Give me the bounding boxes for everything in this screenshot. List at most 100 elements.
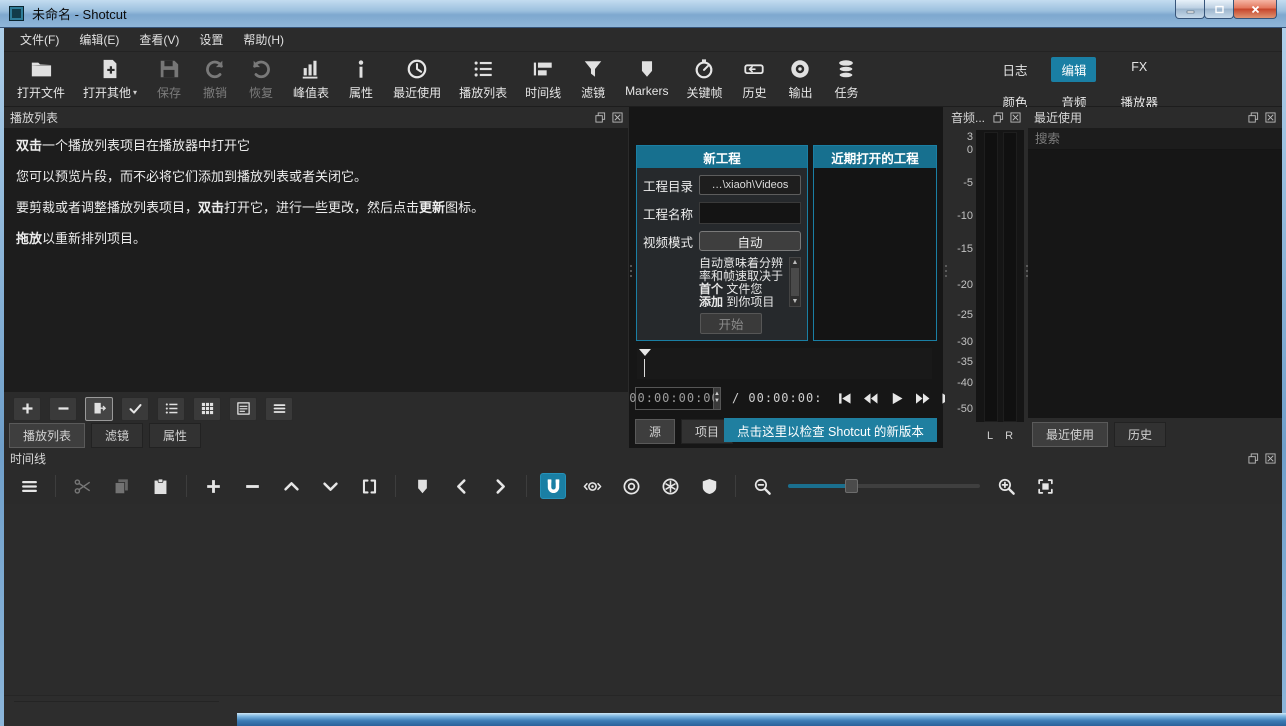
recent-tab-历史[interactable]: 历史: [1114, 422, 1166, 447]
audio-meter-panel: 音频... 30-5-10-15-20-25-30-35-40-50 LR: [945, 107, 1027, 448]
playlist-check-button[interactable]: [121, 397, 149, 421]
rewind-button[interactable]: [860, 388, 880, 408]
toolbar-timeline-button[interactable]: 时间线: [516, 56, 570, 104]
scroll-down-icon[interactable]: ▼: [792, 297, 799, 306]
float-panel-icon[interactable]: [1247, 112, 1259, 124]
timeline-split-button[interactable]: [356, 473, 382, 499]
toolbar-history-button[interactable]: 历史: [731, 56, 777, 104]
timeline-chevron-left-button[interactable]: [448, 473, 474, 499]
toolbar-filter-button[interactable]: 滤镜: [570, 56, 616, 104]
toolbar-peak-meter-button[interactable]: 峰值表: [284, 56, 338, 104]
close-panel-icon[interactable]: [1264, 453, 1276, 465]
timeline-ripple-button[interactable]: [618, 473, 644, 499]
playlist-minus-button[interactable]: [49, 397, 77, 421]
splitter-audio-recent[interactable]: [1025, 258, 1029, 284]
playlist-view-icons-button[interactable]: [229, 397, 257, 421]
float-panel-icon[interactable]: [992, 112, 1004, 124]
timeline-ripple-markers-button[interactable]: [696, 473, 722, 499]
toolbar-list-button[interactable]: 播放列表: [450, 56, 516, 104]
channel-label-R: R: [1005, 430, 1013, 442]
timeline-chevron-right-button[interactable]: [487, 473, 513, 499]
toolbar-folder-open-button[interactable]: 打开文件: [8, 56, 74, 104]
close-panel-icon[interactable]: [1264, 112, 1276, 124]
float-panel-icon[interactable]: [1247, 453, 1259, 465]
player-tab-源[interactable]: 源: [635, 419, 675, 444]
splitter-player-audio[interactable]: [944, 258, 948, 284]
playlist-panel-title: 播放列表: [10, 109, 58, 126]
playhead-icon[interactable]: [639, 349, 651, 356]
jobs-icon: [835, 58, 857, 80]
timecode-field[interactable]: 00:00:00:00: [635, 387, 714, 410]
video-mode-button[interactable]: 自动: [699, 231, 801, 251]
zoom-in-icon: [997, 477, 1016, 496]
timeline-marker-button[interactable]: [409, 473, 435, 499]
scroll-up-icon[interactable]: ▲: [792, 258, 799, 267]
toolbar-clock-button[interactable]: 最近使用: [384, 56, 450, 104]
timeline-tracks-area[interactable]: [4, 504, 1282, 695]
toolbar-file-plus-button[interactable]: 打开其他▾: [74, 56, 146, 104]
layout-button-日志[interactable]: 日志: [992, 57, 1037, 82]
menu-item[interactable]: 帮助(H): [233, 28, 294, 51]
search-input[interactable]: [1028, 128, 1282, 150]
timeline-paste-button[interactable]: [147, 473, 173, 499]
timeline-minus-button[interactable]: [239, 473, 265, 499]
update-notice-button[interactable]: 点击这里以检查 Shotcut 的新版本: [724, 418, 937, 442]
timeline-zoom-in-button[interactable]: [993, 473, 1019, 499]
playlist-doc-update-button[interactable]: [85, 397, 113, 421]
project-folder-button[interactable]: …\xiaoh\Videos: [699, 175, 801, 195]
recent-tab-最近使用[interactable]: 最近使用: [1032, 422, 1108, 447]
list-icon: [472, 58, 494, 80]
playlist-tab-播放列表[interactable]: 播放列表: [9, 423, 85, 448]
timeline-ripple-all-button[interactable]: [657, 473, 683, 499]
menu-item[interactable]: 编辑(E): [69, 28, 129, 51]
playlist-plus-button[interactable]: [13, 397, 41, 421]
seek-bar[interactable]: [637, 348, 932, 379]
float-panel-icon[interactable]: [594, 112, 606, 124]
toolbar-stopwatch-button[interactable]: 关键帧: [677, 56, 731, 104]
db-tick-label: -5: [949, 177, 973, 189]
playlist-menu-button[interactable]: [265, 397, 293, 421]
start-button[interactable]: 开始: [700, 313, 762, 334]
layout-button-FX[interactable]: FX: [1110, 57, 1168, 82]
timeline-chevron-down-button[interactable]: [317, 473, 343, 499]
fast-forward-button[interactable]: [912, 388, 932, 408]
close-button[interactable]: [1233, 0, 1277, 19]
db-tick-label: -40: [949, 377, 973, 389]
project-name-input[interactable]: [699, 202, 801, 224]
playlist-tab-滤镜[interactable]: 滤镜: [91, 423, 143, 448]
timeline-chevron-up-button[interactable]: [278, 473, 304, 499]
timeline-magnet-button[interactable]: [540, 473, 566, 499]
title-bar[interactable]: 未命名 - Shotcut: [0, 0, 1286, 28]
playlist-view-details-button[interactable]: [157, 397, 185, 421]
timeline-zoom-slider[interactable]: [788, 476, 980, 496]
menu-item[interactable]: 设置: [189, 28, 233, 51]
toolbar-jobs-button[interactable]: 任务: [823, 56, 869, 104]
toolbar-redo-button: 恢复: [238, 56, 284, 104]
toolbar-marker-button[interactable]: Markers: [616, 56, 677, 104]
toolbar-output-button[interactable]: 输出: [777, 56, 823, 104]
toolbar-info-button[interactable]: 属性: [338, 56, 384, 104]
timeline-scrub-button[interactable]: [579, 473, 605, 499]
taskbar-strip: [237, 713, 1286, 726]
description-scrollbar[interactable]: ▲ ▼: [789, 257, 801, 307]
layout-button-编辑[interactable]: 编辑: [1051, 57, 1096, 82]
playlist-view-tiles-button[interactable]: [193, 397, 221, 421]
timeline-plus-button[interactable]: [200, 473, 226, 499]
play-button[interactable]: [886, 388, 906, 408]
close-panel-icon[interactable]: [1009, 112, 1021, 124]
menu-item[interactable]: 文件(F): [10, 28, 69, 51]
recent-files-list[interactable]: [1028, 150, 1282, 418]
menu-item[interactable]: 查看(V): [129, 28, 189, 51]
close-panel-icon[interactable]: [611, 112, 623, 124]
plus-icon: [20, 401, 35, 416]
maximize-button[interactable]: [1204, 0, 1234, 19]
splitter-playlist-player[interactable]: [629, 258, 633, 284]
timecode-spinner[interactable]: ▲▼: [714, 387, 721, 410]
playlist-tab-属性[interactable]: 属性: [149, 423, 201, 448]
timeline-zoom-out-button[interactable]: [749, 473, 775, 499]
timeline-zoom-fit-button[interactable]: [1032, 473, 1058, 499]
minimize-button[interactable]: [1175, 0, 1205, 19]
skip-start-button[interactable]: [834, 388, 854, 408]
menu-icon: [272, 401, 287, 416]
timeline-menu-button[interactable]: [16, 473, 42, 499]
